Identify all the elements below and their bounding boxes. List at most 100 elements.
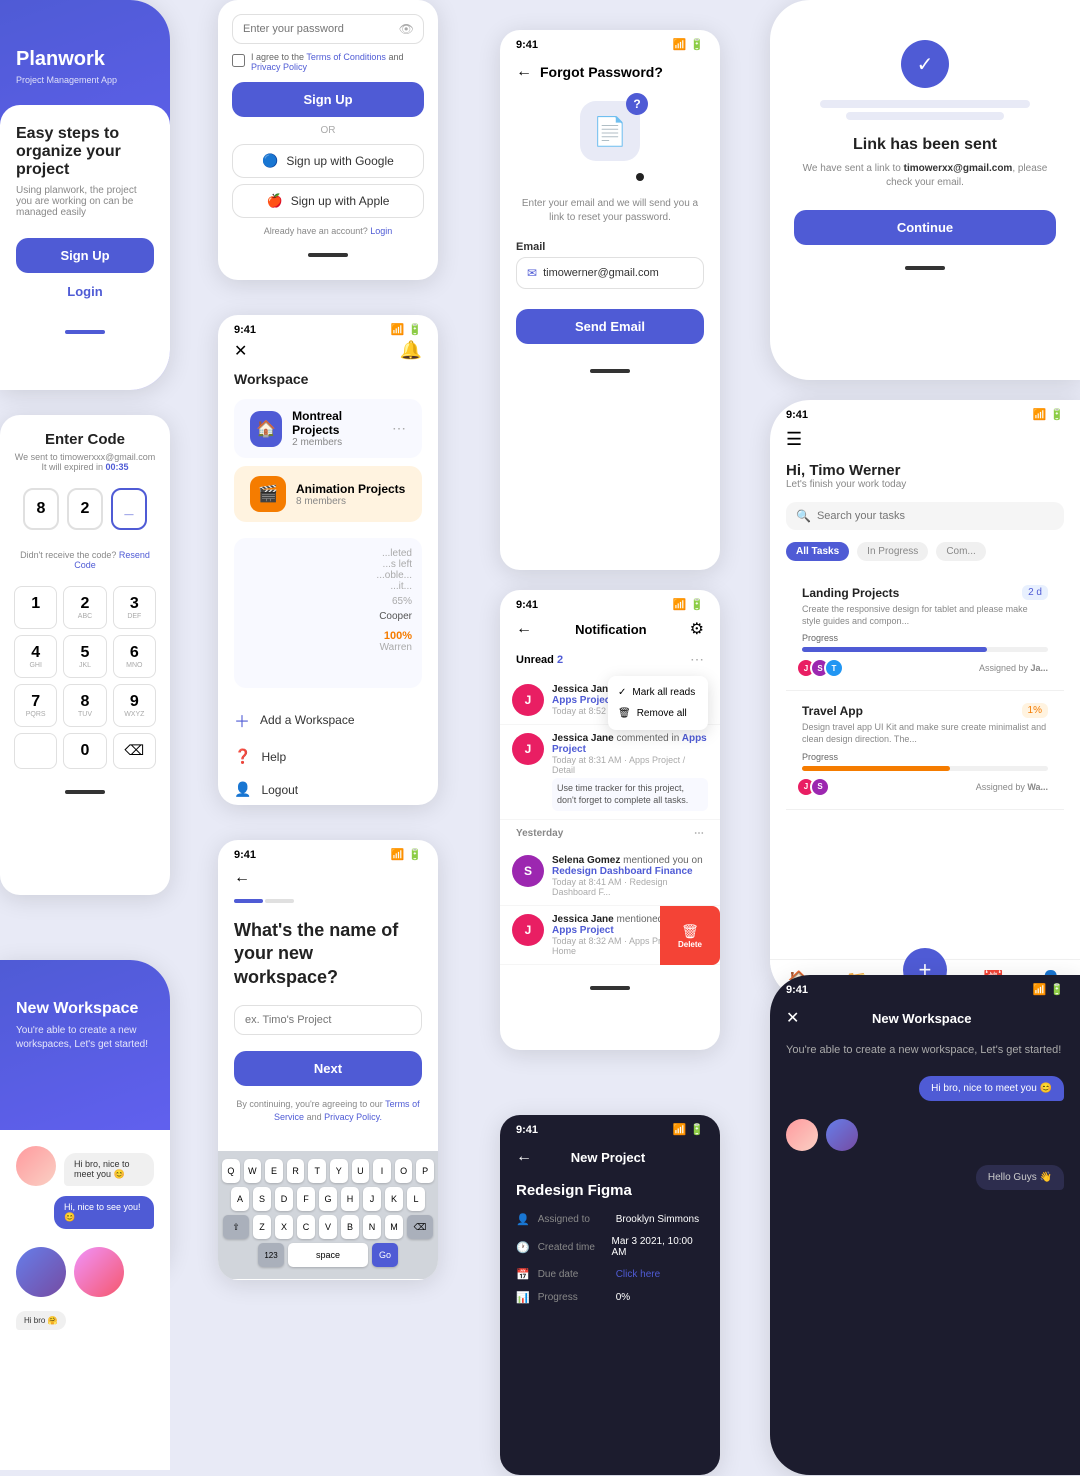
task-card-2[interactable]: Travel App 1% Design travel app UI Kit a… <box>786 691 1064 809</box>
notif-popup-menu[interactable]: ✓ Mark all reads 🗑 Remove all <box>608 676 708 730</box>
num-3[interactable]: 3 DEF <box>113 586 156 629</box>
hamburger-icon[interactable]: ☰ <box>786 429 802 450</box>
num-1[interactable]: 1 <box>14 586 57 629</box>
key-j[interactable]: J <box>363 1187 381 1211</box>
password-input[interactable] <box>232 14 424 44</box>
key-r[interactable]: R <box>287 1159 305 1183</box>
key-delete[interactable]: ⌫ <box>407 1215 433 1239</box>
key-l[interactable]: L <box>407 1187 425 1211</box>
due-date-link[interactable]: Click here <box>616 1269 660 1280</box>
back-icon[interactable]: ← <box>234 869 250 886</box>
back-notif-icon[interactable]: ← <box>516 620 532 638</box>
code-digit-2[interactable]: 2 <box>67 488 103 530</box>
login-link[interactable]: Login <box>370 226 392 236</box>
key-m[interactable]: M <box>385 1215 403 1239</box>
key-t[interactable]: T <box>308 1159 326 1183</box>
task-1-progress-label: Progress <box>802 633 1048 643</box>
splash-title: Easy steps to organize your project <box>16 125 154 179</box>
splash-login-button[interactable]: Login <box>16 284 154 299</box>
key-s[interactable]: S <box>253 1187 271 1211</box>
close-icon[interactable]: ✕ <box>234 341 247 361</box>
chat-dark-2: Hello Guys 👋 <box>976 1165 1064 1190</box>
new-workspace-name-screen: 9:41 📶🔋 ← What's the name of your new wo… <box>218 840 438 1280</box>
key-h[interactable]: H <box>341 1187 359 1211</box>
num-7[interactable]: 7 PQRS <box>14 684 57 727</box>
help-item[interactable]: ❓ Help <box>234 740 422 773</box>
key-x[interactable]: X <box>275 1215 293 1239</box>
num-8[interactable]: 8 TUV <box>63 684 106 727</box>
key-o[interactable]: O <box>395 1159 413 1183</box>
key-c[interactable]: C <box>297 1215 315 1239</box>
key-go[interactable]: Go <box>372 1243 398 1267</box>
workspace-item-montreal[interactable]: 🏠 Montreal Projects 2 members ⋯ <box>234 399 422 458</box>
num-5[interactable]: 5 JKL <box>63 635 106 678</box>
google-signup-button[interactable]: 🔵 Sign up with Google <box>232 144 424 178</box>
more-yesterday[interactable]: ⋯ <box>694 828 704 839</box>
bell-icon[interactable]: 🔔 <box>400 340 422 361</box>
task-card-1[interactable]: Landing Projects 2 d Create the responsi… <box>786 573 1064 691</box>
workspace-item-animation[interactable]: 🎬 Animation Projects 8 members <box>234 466 422 522</box>
close-nwd-icon[interactable]: ✕ <box>786 1008 799 1028</box>
key-e[interactable]: E <box>265 1159 283 1183</box>
back-np-icon[interactable]: ← <box>516 1148 532 1166</box>
add-icon: ＋ <box>234 708 250 732</box>
key-p[interactable]: P <box>416 1159 434 1183</box>
app-tagline: Project Management App <box>16 75 154 85</box>
logout-item[interactable]: 👤 Logout <box>234 773 422 805</box>
mark-all-reads[interactable]: ✓ Mark all reads <box>608 682 708 703</box>
signup-button[interactable]: Sign Up <box>232 82 424 117</box>
key-shift[interactable]: ⇧ <box>223 1215 249 1239</box>
terms-checkbox[interactable] <box>232 54 245 67</box>
send-email-button[interactable]: Send Email <box>516 309 704 344</box>
settings-icon[interactable]: ⚙ <box>690 619 704 639</box>
code-digit-1[interactable]: 8 <box>23 488 59 530</box>
num-0[interactable]: 0 <box>63 733 106 769</box>
terms-label: I agree to the Terms of Conditions and P… <box>251 52 424 72</box>
key-i[interactable]: I <box>373 1159 391 1183</box>
chat-avatar-1 <box>786 1119 818 1151</box>
delete-swipe-button[interactable]: 🗑 Delete <box>660 906 720 965</box>
key-f[interactable]: F <box>297 1187 315 1211</box>
greeting: Hi, Timo Werner <box>786 462 1064 479</box>
continue-button[interactable]: Continue <box>794 210 1056 245</box>
num-9[interactable]: 9 WXYZ <box>113 684 156 727</box>
workspace-name-input[interactable] <box>234 1005 422 1035</box>
logout-icon: 👤 <box>234 781 251 798</box>
tab-all-tasks[interactable]: All Tasks <box>786 542 849 561</box>
num-2[interactable]: 2 ABC <box>63 586 106 629</box>
num-6[interactable]: 6 MNO <box>113 635 156 678</box>
tab-completed[interactable]: Com... <box>936 542 985 561</box>
search-input[interactable] <box>817 510 1054 522</box>
tab-in-progress[interactable]: In Progress <box>857 542 928 561</box>
key-a[interactable]: A <box>231 1187 249 1211</box>
remove-all-btn[interactable]: 🗑 Remove all <box>608 703 708 724</box>
key-g[interactable]: G <box>319 1187 337 1211</box>
key-123[interactable]: 123 <box>258 1243 284 1267</box>
num-delete[interactable]: ⌫ <box>113 733 156 769</box>
task-2-assignees: J S <box>802 777 830 797</box>
add-workspace-item[interactable]: ＋ Add a Workspace <box>234 700 422 740</box>
back-fp-icon[interactable]: ← <box>516 63 532 81</box>
next-button[interactable]: Next <box>234 1051 422 1086</box>
key-space[interactable]: space <box>288 1243 368 1267</box>
key-k[interactable]: K <box>385 1187 403 1211</box>
more-notif-icon[interactable]: ⋯ <box>690 651 704 668</box>
key-n[interactable]: N <box>363 1215 381 1239</box>
splash-signup-button[interactable]: Sign Up <box>16 238 154 273</box>
key-b[interactable]: B <box>341 1215 359 1239</box>
key-u[interactable]: U <box>352 1159 370 1183</box>
task-1-progress-bar <box>802 647 1048 652</box>
code-digit-3[interactable]: _ <box>111 488 147 530</box>
key-d[interactable]: D <box>275 1187 293 1211</box>
key-v[interactable]: V <box>319 1215 337 1239</box>
num-4[interactable]: 4 GHI <box>14 635 57 678</box>
more-icon[interactable]: ⋯ <box>392 420 406 437</box>
key-z[interactable]: Z <box>253 1215 271 1239</box>
task-preview: ...leted ...s left ...oble......it... 65… <box>234 538 422 688</box>
apple-signup-button[interactable]: 🍎 Sign up with Apple <box>232 184 424 218</box>
key-y[interactable]: Y <box>330 1159 348 1183</box>
key-q[interactable]: Q <box>222 1159 240 1183</box>
montreal-members: 2 members <box>292 437 382 448</box>
nw-desc: You're able to create a new workspaces, … <box>16 1024 154 1052</box>
key-w[interactable]: W <box>244 1159 262 1183</box>
